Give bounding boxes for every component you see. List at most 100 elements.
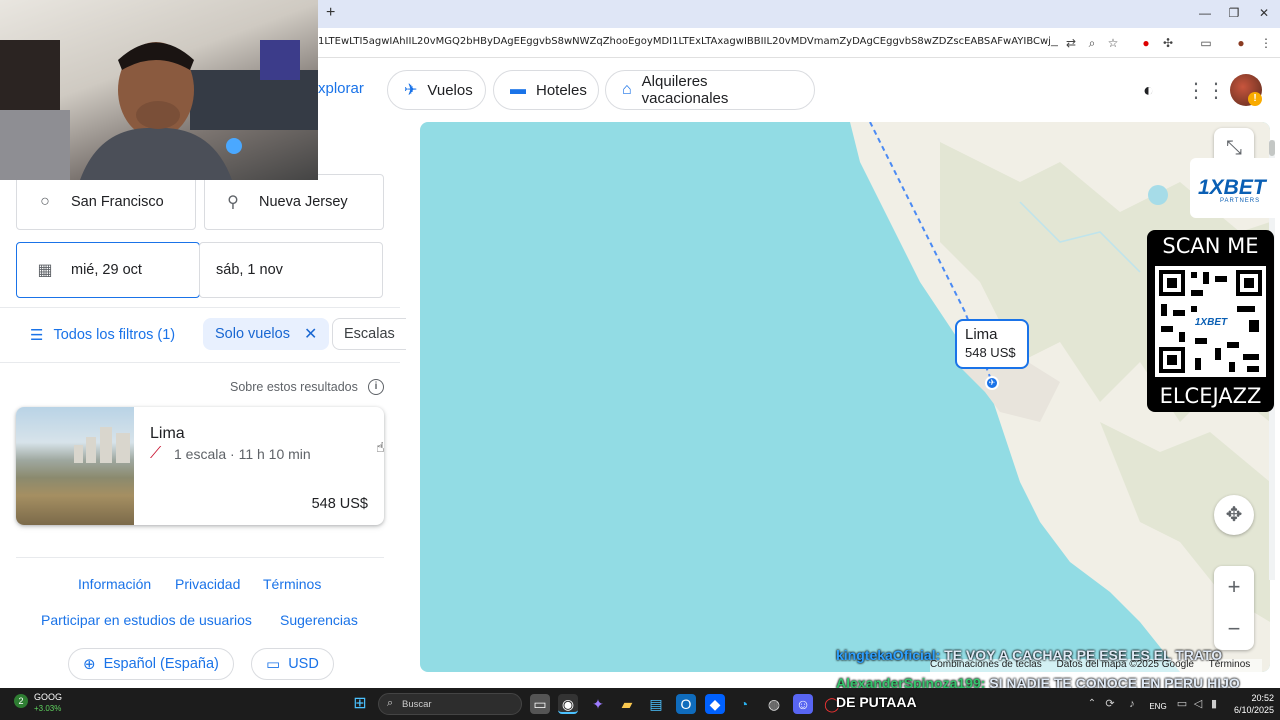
zoom-in-button[interactable]: + xyxy=(1214,566,1254,608)
maximize-icon[interactable]: ❐ xyxy=(1219,6,1249,20)
store-icon[interactable]: ▤ xyxy=(646,694,666,714)
chat-text: TE VOY A CACHAR PE ESE ES EL TRATO xyxy=(944,647,1223,663)
edge-icon[interactable]: ◔ xyxy=(734,694,754,714)
discord-icon[interactable]: ☺ xyxy=(793,694,813,714)
minimize-icon[interactable]: — xyxy=(1190,6,1220,20)
feedback-link[interactable]: Sugerencias xyxy=(280,612,358,628)
media-control-icon[interactable]: ▭ xyxy=(1198,35,1214,51)
chrome-icon[interactable]: ◉ xyxy=(558,694,578,714)
info-icon[interactable]: i xyxy=(368,379,384,395)
flights-only-chip[interactable]: Solo vuelos ✕ xyxy=(203,318,330,350)
opera-extension-icon[interactable]: ● xyxy=(1138,35,1154,51)
clock-date: 6/10/2025 xyxy=(1233,705,1274,715)
scrollbar-thumb[interactable] xyxy=(1269,140,1275,156)
qr-center-logo: 1XBET xyxy=(1195,317,1228,328)
tray-app-icon[interactable]: ⟳ xyxy=(1100,694,1120,714)
tab-flights[interactable]: ✈ Vuelos xyxy=(387,70,486,110)
currency-label: USD xyxy=(288,656,319,672)
origin-field[interactable]: ○ San Francisco xyxy=(16,174,196,230)
house-icon: ⌂ xyxy=(622,81,632,98)
browser-menu-icon[interactable]: ⋮ xyxy=(1258,35,1274,51)
close-icon[interactable]: ✕ xyxy=(304,324,317,344)
bookmark-star-icon[interactable]: ☆ xyxy=(1105,35,1121,51)
extensions-puzzle-icon[interactable]: ✣ xyxy=(1160,35,1176,51)
dark-mode-icon[interactable]: ◐ xyxy=(1143,80,1154,101)
qr-overlay: SCAN ME 1XBET ELCEJAZZ xyxy=(1147,230,1274,412)
new-tab-button[interactable]: + xyxy=(326,4,335,22)
stock-change: +3.03% xyxy=(34,704,62,713)
calendar-icon: ▦ xyxy=(37,262,53,279)
recenter-icon[interactable]: ✥ xyxy=(1214,495,1254,535)
sliders-icon: ☰ xyxy=(30,327,44,344)
stock-badge: 2 xyxy=(14,694,28,708)
privacy-link[interactable]: Privacidad xyxy=(175,576,240,592)
map[interactable] xyxy=(420,122,1270,672)
battery-icon[interactable]: ▮ xyxy=(1204,694,1224,714)
search-placeholder: Buscar xyxy=(402,699,432,710)
return-date-field[interactable]: sáb, 1 nov xyxy=(199,242,383,298)
input-language[interactable]: ENG xyxy=(1144,697,1172,717)
chat-message: kingtekaOficial: TE VOY A CACHAR PE ESE … xyxy=(836,647,1222,663)
close-window-icon[interactable]: ✕ xyxy=(1249,6,1279,20)
tab-hotels[interactable]: ▬ Hoteles xyxy=(493,70,599,110)
result-details: 1 escala · 11 h 10 min xyxy=(174,446,311,462)
tab-vacation-rentals-label: Alquileres vacacionales xyxy=(641,73,729,107)
copilot-icon[interactable]: ✦ xyxy=(588,694,608,714)
tab-flights-label: Vuelos xyxy=(427,81,473,99)
outlook-icon[interactable]: O xyxy=(676,694,696,714)
airport-pin-icon[interactable]: ✈ xyxy=(985,376,999,390)
circle-icon: ○ xyxy=(40,193,50,210)
webcam-scene xyxy=(0,40,318,180)
currency-button[interactable]: ▭ USD xyxy=(251,648,334,680)
language-label: Español (España) xyxy=(103,656,219,672)
origin-value: San Francisco xyxy=(71,194,164,210)
zoom-icon[interactable]: ⌕ xyxy=(1084,35,1100,51)
depart-date-field[interactable]: ▦ mié, 29 oct xyxy=(16,242,200,298)
steam-icon[interactable]: ◍ xyxy=(764,694,784,714)
qr-code: 1XBET xyxy=(1155,266,1266,377)
info-link[interactable]: Información xyxy=(78,576,151,592)
windows-start-icon[interactable]: ⊞ xyxy=(350,694,370,714)
zoom-controls: + − xyxy=(1214,566,1254,650)
divider xyxy=(16,557,384,558)
map-price-label[interactable]: Lima 548 US$ xyxy=(955,319,1029,369)
stops-chip[interactable]: Escalas xyxy=(332,318,406,350)
map-canvas[interactable] xyxy=(420,122,1270,672)
airline-logo-icon: ⟋ xyxy=(150,445,162,462)
airplane-icon: ✈ xyxy=(404,82,418,99)
stock-name: GOOG xyxy=(34,692,63,702)
stock-widget[interactable]: 2 GOOG +3.03% xyxy=(14,692,74,716)
tab-vacation-rentals[interactable]: ⌂ Alquileres vacacionales xyxy=(605,70,815,110)
terms-link[interactable]: Términos xyxy=(263,576,321,592)
currency-icon: ▭ xyxy=(266,656,281,673)
microphone-icon[interactable]: ♪ xyxy=(1122,694,1142,714)
tray-chevron-icon[interactable]: ⌃ xyxy=(1082,694,1102,714)
depart-date-value: mié, 29 oct xyxy=(71,262,142,278)
task-view-icon[interactable]: ▭ xyxy=(530,694,550,714)
user-studies-link[interactable]: Participar en estudios de usuarios xyxy=(41,612,252,628)
globe-icon: ⊕ xyxy=(83,656,96,673)
language-button[interactable]: ⊕ Español (España) xyxy=(68,648,234,680)
tab-explore[interactable]: xplorar xyxy=(318,80,364,97)
clock-time: 20:52 xyxy=(1251,693,1274,703)
url-text[interactable]: 1LTEwLTI5agwIAhIIL20vMGQ2bHByDAgEEggvbS8… xyxy=(318,36,1058,47)
result-card[interactable]: Lima ⟋ 1 escala · 11 h 10 min 548 US$ xyxy=(16,407,384,525)
about-results-text[interactable]: Sobre estos resultados xyxy=(230,380,358,394)
translate-icon[interactable]: ⇄ xyxy=(1063,35,1079,51)
qr-top-text: SCAN ME xyxy=(1162,234,1259,258)
bed-icon: ▬ xyxy=(510,81,526,98)
location-pin-icon: ⚲ xyxy=(227,194,239,211)
return-date-value: sáb, 1 nov xyxy=(216,262,283,278)
profile-avatar-icon[interactable]: ● xyxy=(1233,35,1249,51)
webcam-overlay xyxy=(0,0,318,180)
zoom-out-button[interactable]: − xyxy=(1214,608,1254,650)
system-clock[interactable]: 20:52 6/10/2025 xyxy=(1224,692,1274,716)
map-label-city: Lima xyxy=(965,326,998,343)
result-price: 548 US$ xyxy=(311,496,368,512)
taskbar-search[interactable]: ⌕ Buscar xyxy=(378,693,522,715)
dropbox-icon[interactable]: ◆ xyxy=(705,694,725,714)
all-filters-button[interactable]: ☰ Todos los filtros (1) xyxy=(30,326,175,344)
destination-field[interactable]: ⚲ Nueva Jersey xyxy=(204,174,384,230)
folder-icon[interactable]: ▰ xyxy=(617,694,637,714)
destination-photo xyxy=(16,407,134,525)
